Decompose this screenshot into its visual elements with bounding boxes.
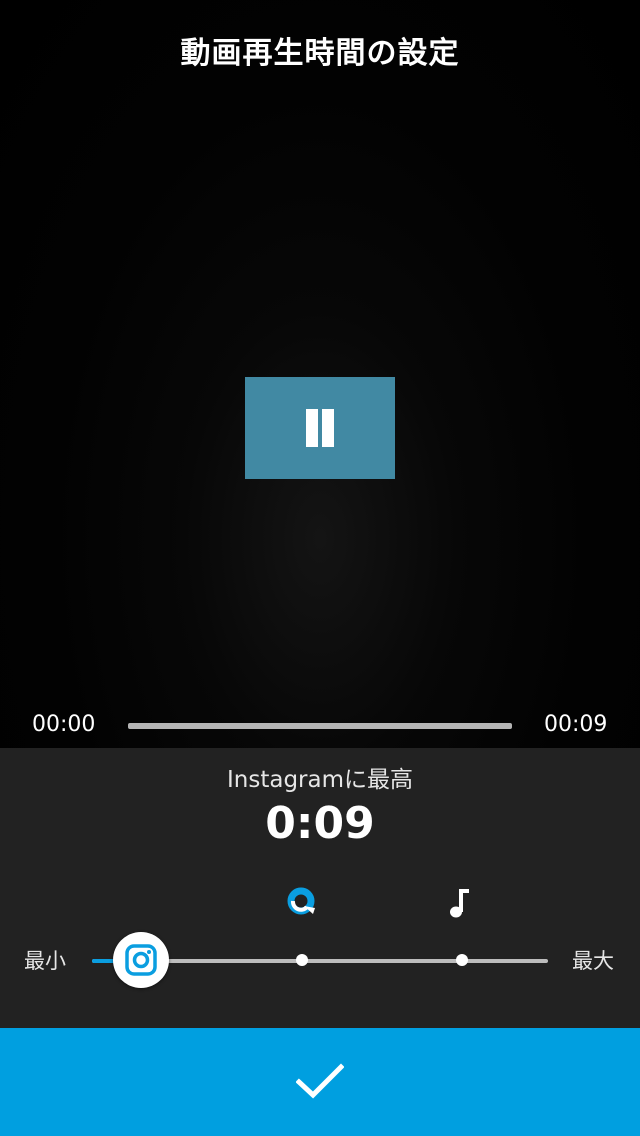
max-label: 最大 [572,949,614,973]
current-time: 00:00 [32,712,96,737]
total-time: 00:09 [544,712,608,737]
page-title: 動画再生時間の設定 [180,36,460,71]
screen: 動画再生時間の設定 00:00 00:09 Instagramに最高 0:09 [0,0,640,1136]
quik-icon[interactable] [285,886,319,920]
duration-panel: Instagramに最高 0:09 最小 最大 [0,748,640,1028]
duration-slider-thumb[interactable] [113,932,169,988]
checkmark-icon [296,1063,344,1099]
video-preview[interactable]: 動画再生時間の設定 00:00 00:09 [0,0,640,748]
pause-button[interactable] [245,377,395,479]
duration-value: 0:09 [265,798,375,849]
pause-icon [306,409,318,447]
music-note-icon[interactable] [444,886,478,920]
min-label: 最小 [24,949,66,973]
instagram-icon [125,944,157,976]
preset-label: Instagramに最高 [226,767,413,793]
pause-icon-bar [322,409,334,447]
confirm-button[interactable] [0,1028,640,1136]
playback-progress-bar[interactable] [128,723,512,729]
slider-stop-music[interactable] [456,954,468,966]
slider-stop-quik[interactable] [296,954,308,966]
